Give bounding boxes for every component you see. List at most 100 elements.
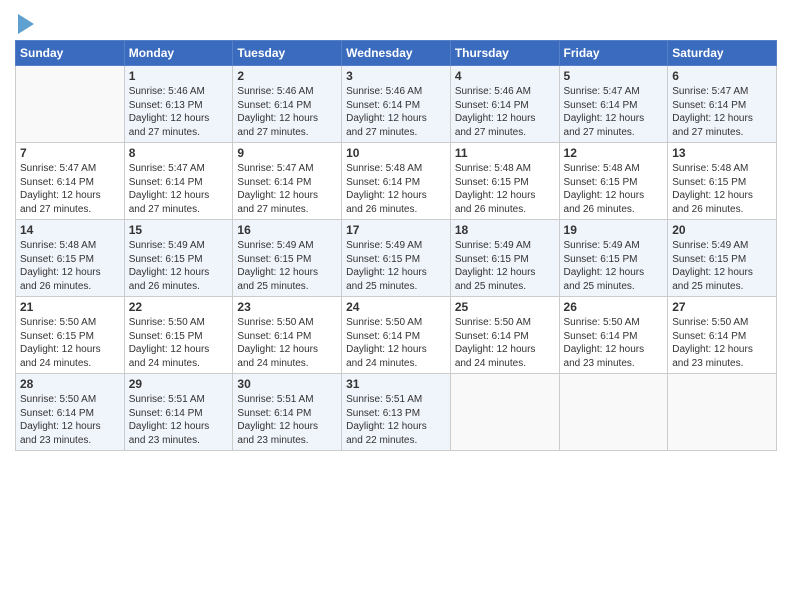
day-number: 19 — [564, 223, 664, 237]
day-number: 5 — [564, 69, 664, 83]
day-number: 22 — [129, 300, 229, 314]
week-row-5: 28Sunrise: 5:50 AM Sunset: 6:14 PM Dayli… — [16, 374, 777, 451]
day-info: Sunrise: 5:46 AM Sunset: 6:14 PM Dayligh… — [455, 85, 555, 139]
day-cell: 13 Sunrise: 5:48 AM Sunset: 6:15 PM Dayli… — [668, 143, 777, 220]
day-cell — [16, 66, 125, 143]
day-number: 13 — [672, 146, 772, 160]
day-cell: 26Sunrise: 5:50 AM Sunset: 6:14 PM Dayli… — [559, 297, 668, 374]
day-info: Sunrise: 5:50 AM Sunset: 6:14 PM Dayligh… — [20, 393, 120, 447]
page-header — [15, 10, 777, 34]
day-cell: 30Sunrise: 5:51 AM Sunset: 6:14 PM Dayli… — [233, 374, 342, 451]
day-cell: 16 Sunrise: 5:49 AM Sunset: 6:15 PM Dayli… — [233, 220, 342, 297]
day-cell: 8Sunrise: 5:47 AM Sunset: 6:14 PM Daylig… — [124, 143, 233, 220]
calendar-header: SundayMondayTuesdayWednesdayThursdayFrid… — [16, 41, 777, 66]
day-cell: 22 Sunrise: 5:50 AM Sunset: 6:15 PM Dayli… — [124, 297, 233, 374]
day-info: Sunrise: 5:50 AM Sunset: 6:14 PM Dayligh… — [346, 316, 446, 370]
day-cell: 28Sunrise: 5:50 AM Sunset: 6:14 PM Dayli… — [16, 374, 125, 451]
day-number: 7 — [20, 146, 120, 160]
day-number: 11 — [455, 146, 555, 160]
day-info: Sunrise: 5:46 AM Sunset: 6:14 PM Dayligh… — [237, 85, 337, 139]
day-info: Sunrise: 5:48 AM Sunset: 6:15 PM Dayligh… — [672, 162, 772, 216]
day-cell: 10 Sunrise: 5:48 AM Sunset: 6:14 PM Dayli… — [342, 143, 451, 220]
day-cell: 1 Sunrise: 5:46 AM Sunset: 6:13 PM Daylig… — [124, 66, 233, 143]
day-info: Sunrise: 5:49 AM Sunset: 6:15 PM Dayligh… — [672, 239, 772, 293]
day-info: Sunrise: 5:46 AM Sunset: 6:14 PM Dayligh… — [346, 85, 446, 139]
header-cell-friday: Friday — [559, 41, 668, 66]
day-cell: 5 Sunrise: 5:47 AM Sunset: 6:14 PM Daylig… — [559, 66, 668, 143]
day-number: 30 — [237, 377, 337, 391]
day-cell: 27 Sunrise: 5:50 AM Sunset: 6:14 PM Dayli… — [668, 297, 777, 374]
logo-arrow-icon — [18, 14, 34, 34]
day-cell: 9Sunrise: 5:47 AM Sunset: 6:14 PM Daylig… — [233, 143, 342, 220]
day-cell: 18 Sunrise: 5:49 AM Sunset: 6:15 PM Dayli… — [450, 220, 559, 297]
day-number: 18 — [455, 223, 555, 237]
header-cell-wednesday: Wednesday — [342, 41, 451, 66]
day-info: Sunrise: 5:48 AM Sunset: 6:15 PM Dayligh… — [564, 162, 664, 216]
day-number: 10 — [346, 146, 446, 160]
day-cell: 29Sunrise: 5:51 AM Sunset: 6:14 PM Dayli… — [124, 374, 233, 451]
day-number: 27 — [672, 300, 772, 314]
day-info: Sunrise: 5:47 AM Sunset: 6:14 PM Dayligh… — [564, 85, 664, 139]
day-number: 1 — [129, 69, 229, 83]
week-row-1: 1 Sunrise: 5:46 AM Sunset: 6:13 PM Daylig… — [16, 66, 777, 143]
day-number: 23 — [237, 300, 337, 314]
header-cell-tuesday: Tuesday — [233, 41, 342, 66]
day-number: 24 — [346, 300, 446, 314]
day-info: Sunrise: 5:47 AM Sunset: 6:14 PM Dayligh… — [237, 162, 337, 216]
day-number: 17 — [346, 223, 446, 237]
day-info: Sunrise: 5:47 AM Sunset: 6:14 PM Dayligh… — [672, 85, 772, 139]
day-info: Sunrise: 5:50 AM Sunset: 6:15 PM Dayligh… — [129, 316, 229, 370]
header-cell-thursday: Thursday — [450, 41, 559, 66]
day-cell: 7 Sunrise: 5:47 AM Sunset: 6:14 PM Daylig… — [16, 143, 125, 220]
day-info: Sunrise: 5:47 AM Sunset: 6:14 PM Dayligh… — [20, 162, 120, 216]
day-info: Sunrise: 5:49 AM Sunset: 6:15 PM Dayligh… — [346, 239, 446, 293]
day-cell: 11 Sunrise: 5:48 AM Sunset: 6:15 PM Dayli… — [450, 143, 559, 220]
day-info: Sunrise: 5:50 AM Sunset: 6:15 PM Dayligh… — [20, 316, 120, 370]
week-row-3: 14 Sunrise: 5:48 AM Sunset: 6:15 PM Dayli… — [16, 220, 777, 297]
day-info: Sunrise: 5:48 AM Sunset: 6:15 PM Dayligh… — [20, 239, 120, 293]
day-info: Sunrise: 5:50 AM Sunset: 6:14 PM Dayligh… — [237, 316, 337, 370]
day-info: Sunrise: 5:50 AM Sunset: 6:14 PM Dayligh… — [455, 316, 555, 370]
day-info: Sunrise: 5:50 AM Sunset: 6:14 PM Dayligh… — [672, 316, 772, 370]
day-info: Sunrise: 5:48 AM Sunset: 6:15 PM Dayligh… — [455, 162, 555, 216]
day-number: 14 — [20, 223, 120, 237]
day-cell: 20Sunrise: 5:49 AM Sunset: 6:15 PM Dayli… — [668, 220, 777, 297]
day-number: 25 — [455, 300, 555, 314]
day-cell: 15Sunrise: 5:49 AM Sunset: 6:15 PM Dayli… — [124, 220, 233, 297]
day-cell: 6 Sunrise: 5:47 AM Sunset: 6:14 PM Daylig… — [668, 66, 777, 143]
day-info: Sunrise: 5:49 AM Sunset: 6:15 PM Dayligh… — [237, 239, 337, 293]
day-cell: 24 Sunrise: 5:50 AM Sunset: 6:14 PM Dayli… — [342, 297, 451, 374]
day-info: Sunrise: 5:49 AM Sunset: 6:15 PM Dayligh… — [564, 239, 664, 293]
day-number: 4 — [455, 69, 555, 83]
day-number: 2 — [237, 69, 337, 83]
day-cell: 2 Sunrise: 5:46 AM Sunset: 6:14 PM Daylig… — [233, 66, 342, 143]
day-info: Sunrise: 5:51 AM Sunset: 6:13 PM Dayligh… — [346, 393, 446, 447]
day-info: Sunrise: 5:46 AM Sunset: 6:13 PM Dayligh… — [129, 85, 229, 139]
week-row-4: 21Sunrise: 5:50 AM Sunset: 6:15 PM Dayli… — [16, 297, 777, 374]
day-cell: 31 Sunrise: 5:51 AM Sunset: 6:13 PM Dayli… — [342, 374, 451, 451]
day-number: 6 — [672, 69, 772, 83]
day-info: Sunrise: 5:49 AM Sunset: 6:15 PM Dayligh… — [455, 239, 555, 293]
day-cell: 25 Sunrise: 5:50 AM Sunset: 6:14 PM Dayli… — [450, 297, 559, 374]
header-cell-sunday: Sunday — [16, 41, 125, 66]
day-cell: 23 Sunrise: 5:50 AM Sunset: 6:14 PM Dayli… — [233, 297, 342, 374]
day-info: Sunrise: 5:49 AM Sunset: 6:15 PM Dayligh… — [129, 239, 229, 293]
day-number: 31 — [346, 377, 446, 391]
day-cell: 17 Sunrise: 5:49 AM Sunset: 6:15 PM Dayli… — [342, 220, 451, 297]
day-number: 29 — [129, 377, 229, 391]
logo — [15, 10, 34, 34]
day-cell — [668, 374, 777, 451]
day-cell — [559, 374, 668, 451]
day-cell: 12Sunrise: 5:48 AM Sunset: 6:15 PM Dayli… — [559, 143, 668, 220]
day-info: Sunrise: 5:48 AM Sunset: 6:14 PM Dayligh… — [346, 162, 446, 216]
calendar-table: SundayMondayTuesdayWednesdayThursdayFrid… — [15, 40, 777, 451]
day-number: 3 — [346, 69, 446, 83]
header-cell-monday: Monday — [124, 41, 233, 66]
day-number: 26 — [564, 300, 664, 314]
day-cell: 3 Sunrise: 5:46 AM Sunset: 6:14 PM Daylig… — [342, 66, 451, 143]
day-cell: 19 Sunrise: 5:49 AM Sunset: 6:15 PM Dayli… — [559, 220, 668, 297]
day-cell: 21Sunrise: 5:50 AM Sunset: 6:15 PM Dayli… — [16, 297, 125, 374]
day-number: 16 — [237, 223, 337, 237]
calendar-body: 1 Sunrise: 5:46 AM Sunset: 6:13 PM Daylig… — [16, 66, 777, 451]
day-cell: 4 Sunrise: 5:46 AM Sunset: 6:14 PM Daylig… — [450, 66, 559, 143]
